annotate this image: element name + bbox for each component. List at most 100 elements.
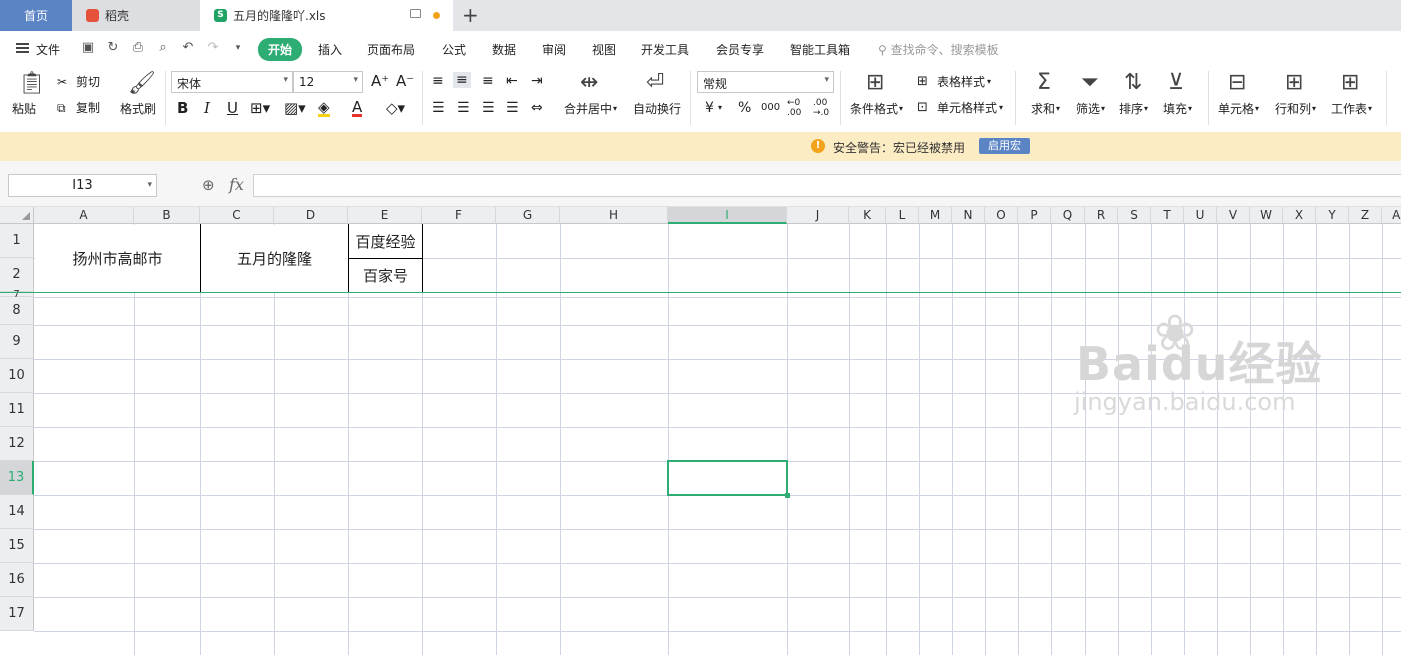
sum-button[interactable]: 求和 [1031, 101, 1055, 117]
print-icon[interactable]: ⎙ [131, 41, 145, 55]
distribute-icon[interactable]: ⇔ [531, 100, 543, 116]
cell-style-button[interactable]: 单元格样式 [937, 100, 997, 116]
font-shrink-icon[interactable]: A⁻ [396, 73, 414, 89]
number-format-select[interactable]: 常规 [697, 71, 834, 93]
select-all-corner[interactable] [0, 207, 34, 224]
row-col-icon[interactable]: ⊞ [1285, 72, 1303, 94]
column-header-k[interactable]: K [849, 207, 886, 224]
row-header-2[interactable]: 2 [0, 258, 34, 292]
format-painter-button[interactable]: 格式刷 [120, 101, 156, 117]
filter-button[interactable]: 筛选 [1076, 101, 1100, 117]
filter-icon[interactable]: ⏷ [1081, 72, 1099, 94]
row-header-14[interactable]: 14 [0, 495, 34, 529]
clear-format-icon[interactable]: ◇▾ [386, 100, 405, 116]
column-header-s[interactable]: S [1118, 207, 1151, 224]
format-painter-icon[interactable]: 🖌︎ [128, 73, 156, 95]
monitor-icon[interactable] [410, 9, 421, 18]
increase-decimal-icon[interactable]: ←0.00 [787, 98, 801, 118]
column-header-u[interactable]: U [1184, 207, 1217, 224]
column-header-f[interactable]: F [422, 207, 496, 224]
menu-insert[interactable]: 插入 [318, 41, 342, 58]
font-name-select[interactable]: 宋体 [171, 71, 293, 93]
filter-chevron-icon[interactable]: ▾ [1101, 101, 1105, 117]
align-center-icon[interactable]: ☰ [457, 100, 470, 116]
column-header-p[interactable]: P [1018, 207, 1051, 224]
column-header-o[interactable]: O [985, 207, 1018, 224]
column-header-r[interactable]: R [1085, 207, 1118, 224]
worksheet-button[interactable]: 工作表 [1331, 101, 1367, 117]
conditional-format-icon[interactable]: ⊞ [866, 72, 884, 94]
name-box[interactable]: I13 [8, 174, 157, 197]
merge-center-button[interactable]: 合并居中 [564, 101, 612, 117]
customize-chevron-icon[interactable]: ▾ [231, 41, 245, 55]
thousands-button[interactable]: 000 [761, 100, 780, 116]
row-header-11[interactable]: 11 [0, 393, 34, 427]
align-right-icon[interactable]: ☰ [482, 100, 495, 116]
enable-macro-button[interactable]: 启用宏 [979, 138, 1030, 154]
paste-icon[interactable]: 📋︎ [18, 73, 46, 95]
italic-button[interactable]: I [204, 100, 210, 116]
column-header-z[interactable]: Z [1349, 207, 1382, 224]
row-header-10[interactable]: 10 [0, 359, 34, 393]
bold-button[interactable]: B [177, 100, 188, 116]
percent-button[interactable]: % [738, 100, 751, 116]
cell-icon[interactable]: ⊟ [1228, 72, 1246, 94]
menu-file[interactable]: 文件 [36, 41, 60, 58]
decrease-decimal-icon[interactable]: .00 →.0 [813, 98, 829, 118]
cut-icon[interactable]: ✂ [57, 74, 67, 90]
menu-view[interactable]: 视图 [592, 41, 616, 58]
table-style-icon[interactable]: ⊞ [917, 74, 928, 90]
tab-daoke[interactable]: 稻壳 [72, 0, 200, 31]
row-header-13[interactable]: 13 [0, 461, 34, 495]
column-header-b[interactable]: B [134, 207, 200, 224]
new-tab-button[interactable]: + [462, 3, 479, 27]
column-header-i[interactable]: I [668, 207, 787, 224]
row-header-8[interactable]: 8 [0, 297, 34, 325]
zoom-search-icon[interactable]: ⊕ [202, 176, 215, 194]
menu-data[interactable]: 数据 [492, 41, 516, 58]
justify-icon[interactable]: ☰ [506, 100, 519, 116]
sum-chevron-icon[interactable]: ▾ [1056, 101, 1060, 117]
indent-decrease-icon[interactable]: ⇤ [506, 73, 518, 89]
redo-icon[interactable]: ↷ [206, 41, 220, 55]
row-header-15[interactable]: 15 [0, 529, 34, 563]
column-header-c[interactable]: C [200, 207, 274, 224]
wrap-text-button[interactable]: 自动换行 [633, 101, 681, 117]
column-header-w[interactable]: W [1250, 207, 1283, 224]
column-header-q[interactable]: Q [1051, 207, 1085, 224]
currency-chevron-icon[interactable]: ▾ [718, 100, 722, 116]
column-header-x[interactable]: X [1283, 207, 1316, 224]
column-header-h[interactable]: H [560, 207, 668, 224]
column-header-j[interactable]: J [787, 207, 849, 224]
command-search[interactable]: ⚲ 查找命令、搜索模板 [878, 41, 999, 58]
currency-button[interactable]: ¥ [705, 100, 714, 116]
cut-button[interactable]: 剪切 [76, 74, 100, 90]
align-left-icon[interactable]: ☰ [432, 100, 445, 116]
cell-style-chevron-icon[interactable]: ▾ [999, 100, 1003, 116]
row-header-17[interactable]: 17 [0, 597, 34, 631]
underline-button[interactable]: U [227, 100, 238, 116]
spreadsheet-grid[interactable]: ABCDEFGHIJKLMNOPQRSTUVWXYZAA127891011121… [0, 207, 1401, 655]
export-icon[interactable]: ↻ [106, 41, 120, 55]
indent-increase-icon[interactable]: ⇥ [531, 73, 543, 89]
worksheet-chevron-icon[interactable]: ▾ [1368, 101, 1372, 117]
column-header-g[interactable]: G [496, 207, 560, 224]
column-header-m[interactable]: M [919, 207, 952, 224]
row-col-chevron-icon[interactable]: ▾ [1312, 101, 1316, 117]
cell-a1[interactable]: 扬州市高邮市 [35, 225, 200, 292]
tab-document[interactable]: S 五月的隆隆吖.xls [200, 0, 453, 31]
sort-icon[interactable]: ⇅ [1124, 72, 1142, 94]
sum-icon[interactable]: Σ [1037, 72, 1051, 94]
column-header-aa[interactable]: AA [1382, 207, 1401, 224]
wrap-text-icon[interactable]: ⏎ [646, 72, 664, 94]
column-header-v[interactable]: V [1217, 207, 1250, 224]
column-header-t[interactable]: T [1151, 207, 1184, 224]
column-header-d[interactable]: D [274, 207, 348, 224]
align-bottom-icon[interactable]: ≡ [482, 73, 494, 89]
cell-style-icon[interactable]: ⊡ [917, 100, 928, 116]
menu-review[interactable]: 审阅 [542, 41, 566, 58]
table-style-button[interactable]: 表格样式 [937, 74, 985, 90]
worksheet-icon[interactable]: ⊞ [1341, 72, 1359, 94]
copy-icon[interactable]: ⧉ [57, 100, 66, 116]
cell-e1[interactable]: 百度经验 [349, 225, 422, 258]
